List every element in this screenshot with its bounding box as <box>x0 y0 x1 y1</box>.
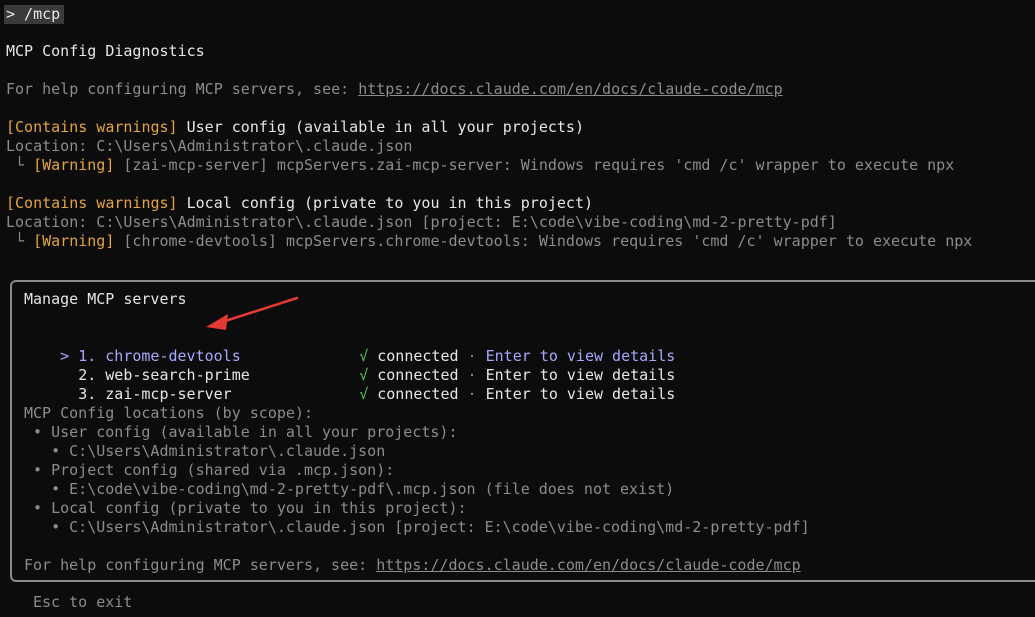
warning-label: [Warning] <box>33 156 115 174</box>
warning-tag: [Contains warnings] <box>6 194 178 212</box>
server-row[interactable]: 3. zai-mcp-server √ connected · Enter to … <box>24 366 675 403</box>
location-label: • Project config (shared via .mcp.json): <box>24 461 395 479</box>
selection-cursor-icon <box>60 385 69 403</box>
separator: · <box>458 385 486 403</box>
config-location: Location: C:\Users\Administrator\.claude… <box>6 137 413 155</box>
config-location: Location: C:\Users\Administrator\.claude… <box>6 213 837 231</box>
config-warning: └ [Warning] [chrome-devtools] mcpServers… <box>6 232 972 251</box>
panel-help-line: For help configuring MCP servers, see: h… <box>24 556 801 575</box>
warning-tag: [Contains warnings] <box>6 118 178 136</box>
server-name[interactable]: 3. zai-mcp-server <box>78 385 359 404</box>
server-status: connected <box>377 385 459 403</box>
help-prefix: For help configuring MCP servers, see: <box>6 80 359 98</box>
manage-mcp-panel: Manage MCP servers > 1. chrome-devtools √… <box>10 280 1035 582</box>
location-label: • User config (available in all your pro… <box>24 423 458 441</box>
tree-branch-icon: └ <box>6 232 34 250</box>
config-heading-text: User config (available in all your proje… <box>177 118 584 136</box>
server-row[interactable]: 2. web-search-prime √ connected · Enter t… <box>24 347 675 384</box>
config-heading-local: [Contains warnings] Local config (privat… <box>6 194 593 213</box>
server-row[interactable]: > 1. chrome-devtools √ connected · Enter … <box>24 328 675 365</box>
location-path: • C:\Users\Administrator\.claude.json [p… <box>24 518 810 536</box>
help-prefix: For help configuring MCP servers, see: <box>24 556 377 574</box>
panel-title: Manage MCP servers <box>24 290 187 308</box>
config-heading-user: [Contains warnings] User config (availab… <box>6 118 584 137</box>
help-link[interactable]: https://docs.claude.com/en/docs/claude-c… <box>376 556 800 574</box>
location-label: • Local config (private to you in this p… <box>24 499 467 517</box>
location-path: • E:\code\vibe-coding\md-2-pretty-pdf\.m… <box>24 480 675 498</box>
help-link[interactable]: https://docs.claude.com/en/docs/claude-c… <box>358 80 782 98</box>
command-input-line: > /mcp <box>4 5 65 24</box>
config-warning: └ [Warning] [zai-mcp-server] mcpServers.… <box>6 156 954 175</box>
warning-label: [Warning] <box>33 232 115 250</box>
page-title: MCP Config Diagnostics <box>6 42 205 60</box>
config-heading-text: Local config (private to you in this pro… <box>177 194 594 212</box>
tree-branch-icon: └ <box>6 156 34 174</box>
warning-text: [zai-mcp-server] mcpServers.zai-mcp-serv… <box>114 156 955 174</box>
location-path: • C:\Users\Administrator\.claude.json <box>24 442 386 460</box>
check-icon: √ <box>359 385 369 403</box>
help-line: For help configuring MCP servers, see: h… <box>6 80 783 99</box>
locations-title: MCP Config locations (by scope): <box>24 404 313 422</box>
esc-hint: Esc to exit <box>33 593 133 611</box>
warning-text: [chrome-devtools] mcpServers.chrome-devt… <box>114 232 973 250</box>
server-action-hint: Enter to view details <box>485 385 676 403</box>
